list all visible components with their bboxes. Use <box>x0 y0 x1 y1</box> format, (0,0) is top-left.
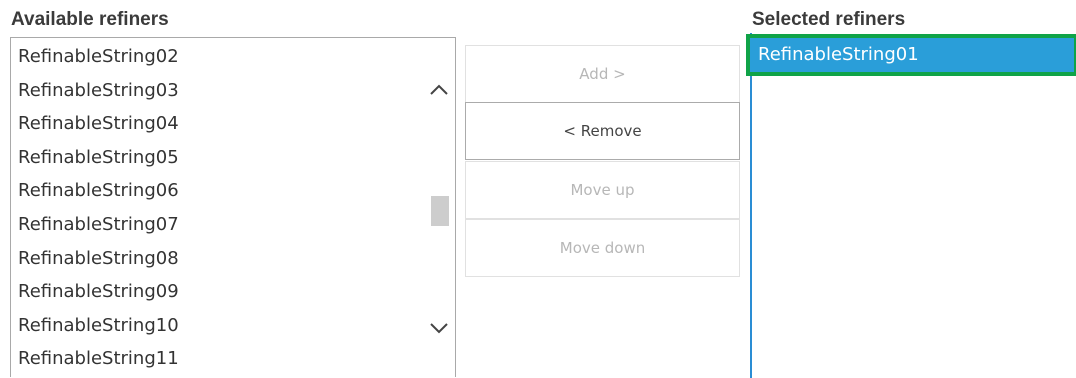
scroll-thumb[interactable] <box>431 196 449 226</box>
available-refiner-item[interactable]: RefinableString11 <box>18 342 179 376</box>
available-refiner-item[interactable]: RefinableString06 <box>18 174 179 208</box>
selected-refiner-item[interactable]: RefinableString01 <box>746 34 1076 76</box>
selected-refiners-heading: Selected refiners <box>752 9 906 30</box>
available-refiners-listbox[interactable]: RefinableString02 RefinableString03 Refi… <box>10 37 456 377</box>
add-button[interactable]: Add > <box>465 45 740 103</box>
scroll-down-button[interactable] <box>423 314 455 342</box>
chevron-down-icon <box>430 323 448 334</box>
available-refiners-list: RefinableString02 RefinableString03 Refi… <box>18 40 179 376</box>
available-refiner-item[interactable]: RefinableString08 <box>18 242 179 276</box>
available-refiner-item[interactable]: RefinableString03 <box>18 74 179 108</box>
available-refiner-item[interactable]: RefinableString07 <box>18 208 179 242</box>
available-refiner-item[interactable]: RefinableString09 <box>18 275 179 309</box>
move-down-button[interactable]: Move down <box>465 219 740 277</box>
available-refiners-heading: Available refiners <box>11 9 169 30</box>
available-refiner-item[interactable]: RefinableString02 <box>18 40 179 74</box>
move-up-button[interactable]: Move up <box>465 161 740 219</box>
scroll-up-button[interactable] <box>423 76 455 104</box>
remove-button[interactable]: < Remove <box>465 102 740 160</box>
chevron-up-icon <box>430 84 448 95</box>
available-refiner-item[interactable]: RefinableString05 <box>18 141 179 175</box>
selected-refiners-listbox[interactable]: RefinableString01 <box>746 33 1076 378</box>
available-list-scrollbar[interactable] <box>423 38 455 377</box>
available-refiner-item[interactable]: RefinableString10 <box>18 309 179 343</box>
available-refiner-item[interactable]: RefinableString04 <box>18 107 179 141</box>
